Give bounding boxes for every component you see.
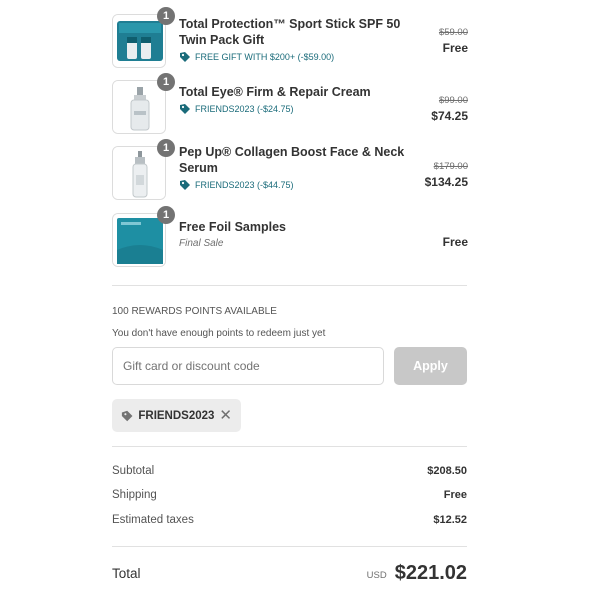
divider	[112, 546, 467, 547]
quantity-badge: 1	[157, 206, 175, 224]
item-price: Free	[442, 41, 468, 55]
shipping-label: Shipping	[112, 489, 157, 501]
divider	[112, 285, 467, 286]
total-label: Total	[112, 566, 141, 581]
serum-bottle-image	[112, 146, 166, 200]
item-name: Total Eye® Firm & Repair Cream	[179, 85, 371, 99]
quantity-badge: 1	[157, 139, 175, 157]
discount-label: FRIENDS2023 (-$24.75)	[195, 104, 294, 114]
original-price: $59.00	[438, 27, 468, 38]
rewards-points-note: You don't have enough points to redeem j…	[112, 328, 326, 339]
eye-cream-bottle-image	[112, 80, 166, 134]
discount-code-input[interactable]	[112, 347, 384, 385]
item-price: Free	[442, 235, 468, 249]
list-item: 1 Free Foil Samples Final Sale Free	[112, 206, 468, 279]
tag-icon	[180, 180, 190, 190]
applied-discount-chip: FRIENDS2023 ✕	[112, 399, 241, 432]
tag-icon	[180, 52, 190, 62]
item-name: Total Protection™ Sport Stick SPF 50 Twi…	[179, 17, 401, 47]
apply-button[interactable]: Apply	[394, 347, 467, 385]
remove-code-icon[interactable]: ✕	[219, 408, 232, 423]
item-name: Free Foil Samples	[179, 220, 286, 234]
applied-code-label: FRIENDS2023	[138, 409, 215, 422]
list-item: 1 Total Protection™ Sport Stick SPF 50 T…	[112, 7, 468, 80]
subtotal-label: Subtotal	[112, 465, 155, 477]
taxes-value: $12.52	[433, 514, 467, 526]
item-discount: FREE GIFT WITH $200+ (-$59.00)	[179, 51, 414, 63]
item-name: Pep Up® Collagen Boost Face & Neck Serum	[179, 145, 405, 175]
final-sale-note: Final Sale	[179, 238, 224, 249]
tag-icon	[121, 410, 133, 421]
rewards-points-title: 100 REWARDS POINTS AVAILABLE	[112, 306, 277, 317]
original-price: $99.00	[438, 95, 468, 106]
shipping-row: Shipping Free	[112, 489, 467, 501]
original-price: $179.00	[433, 161, 468, 172]
discount-label: FRIENDS2023 (-$44.75)	[195, 180, 294, 190]
subtotal-value: $208.50	[427, 465, 467, 477]
list-item: 1 Pep Up® Collagen Boost Face & Neck Ser…	[112, 139, 468, 212]
currency-label: USD	[366, 570, 387, 581]
foil-samples-image	[112, 213, 166, 267]
quantity-badge: 1	[157, 7, 175, 25]
shipping-value: Free	[443, 489, 467, 501]
total-value: $221.02	[394, 562, 467, 584]
total-row: Total USD $221.02	[112, 562, 467, 585]
item-discount: FRIENDS2023 (-$24.75)	[179, 103, 414, 115]
list-item: 1 Total Eye® Firm & Repair Cream FRIENDS…	[112, 73, 468, 146]
taxes-row: Estimated taxes $12.52	[112, 514, 467, 526]
item-discount: FRIENDS2023 (-$44.75)	[179, 179, 414, 191]
tag-icon	[180, 104, 190, 114]
item-price: $134.25	[424, 175, 468, 189]
discount-label: FREE GIFT WITH $200+ (-$59.00)	[195, 52, 335, 62]
item-price: $74.25	[431, 109, 468, 123]
quantity-badge: 1	[157, 73, 175, 91]
subtotal-row: Subtotal $208.50	[112, 465, 467, 477]
twin-pack-gift-image	[112, 14, 166, 68]
divider	[112, 446, 467, 447]
taxes-label: Estimated taxes	[112, 514, 194, 526]
